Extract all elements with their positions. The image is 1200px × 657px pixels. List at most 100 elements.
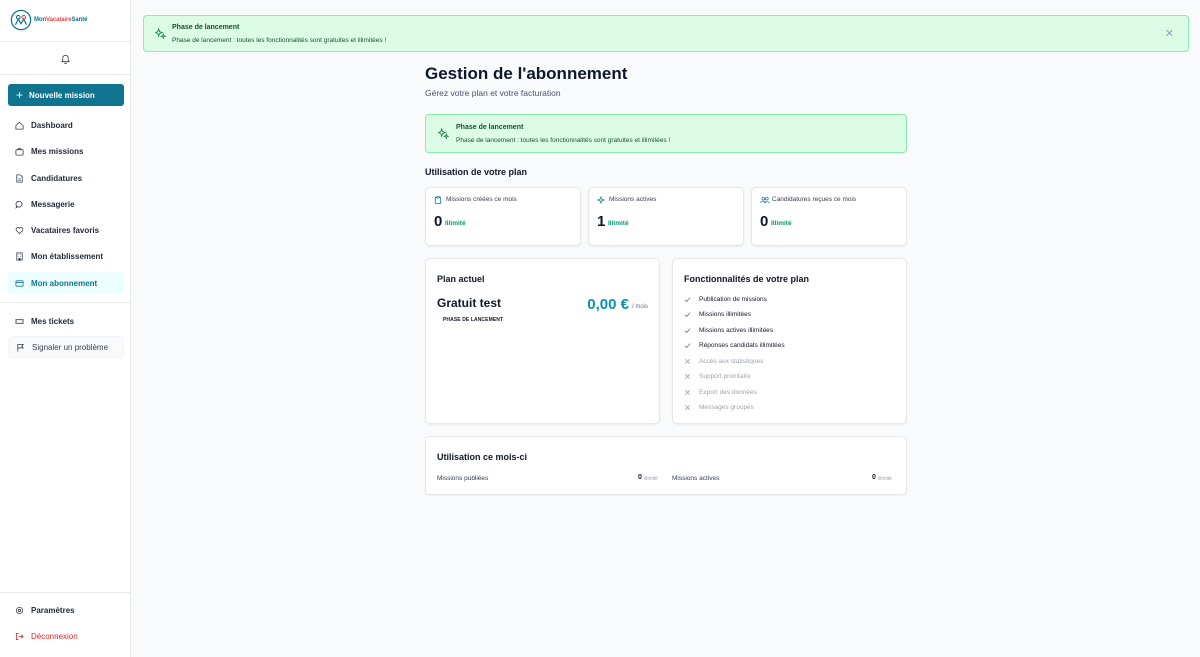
- logo[interactable]: MonVacataireSanté: [10, 9, 87, 31]
- file-icon: [16, 173, 23, 183]
- sidebar-item-label: Déconnexion: [31, 631, 78, 641]
- sidebar-item-label: Vacataires favoris: [31, 225, 100, 235]
- page-title: Gestion de l'abonnement: [425, 64, 628, 83]
- logout-icon: [15, 632, 24, 640]
- sidebar-item-label: Paramètres: [31, 605, 75, 615]
- sidebar-item-signaler[interactable]: Signaler un problème: [8, 336, 124, 358]
- feature-item: Publication de missions: [684, 296, 767, 303]
- monthly-usage-title: Utilisation ce mois-ci: [437, 452, 528, 462]
- feature-label: Publication de missions: [699, 296, 767, 303]
- monthly-usage-card: Utilisation ce mois-ci Missions publiées…: [425, 436, 907, 495]
- usage-value: 0: [638, 474, 642, 481]
- usage-value: 0: [872, 474, 876, 481]
- sidebar-item-messagerie[interactable]: Messagerie: [8, 193, 124, 215]
- feature-label: Support prioritaire: [699, 373, 751, 380]
- stat-value: 1: [597, 213, 606, 230]
- new-mission-label: Nouvelle mission: [29, 90, 95, 100]
- home-icon: [15, 121, 24, 130]
- plus-icon: +: [16, 88, 24, 102]
- check-icon: [684, 328, 691, 334]
- current-plan-card: Plan actuel Gratuit test 0,00 € / mois P…: [425, 258, 660, 424]
- launch-info-banner: Phase de lancement Phase de lancement : …: [425, 114, 907, 153]
- stat-label: Candidatures reçues ce mois: [772, 196, 857, 203]
- check-icon: [684, 297, 691, 303]
- heart-icon: [15, 226, 24, 234]
- feature-label: Export des données: [699, 389, 757, 396]
- logo-mark-icon: [10, 9, 32, 31]
- sidebar-item-parametres[interactable]: Paramètres: [8, 599, 124, 621]
- divider: [0, 592, 131, 593]
- check-icon: [684, 312, 691, 318]
- plan-name: Gratuit test: [437, 296, 502, 310]
- current-plan-title: Plan actuel: [437, 274, 485, 284]
- stat-unit: Illimité: [608, 220, 629, 227]
- x-icon: [685, 390, 690, 395]
- feature-item: Missions illimitées: [684, 311, 751, 318]
- feature-item: Messages groupés: [684, 404, 754, 411]
- close-icon[interactable]: ✕: [1165, 27, 1174, 40]
- sidebar-item-dashboard[interactable]: Dashboard: [8, 114, 124, 136]
- check-icon: [684, 343, 691, 349]
- usage-plan-title: Utilisation de votre plan: [425, 167, 528, 177]
- chat-icon: [15, 200, 23, 209]
- plan-price: 0,00 €: [587, 296, 629, 313]
- banner-text: Phase de lancement : toutes les fonction…: [456, 137, 671, 144]
- stat-unit: Illimité: [445, 220, 466, 227]
- sidebar-item-label: Mes missions: [31, 146, 84, 156]
- sidebar-item-label: Signaler un problème: [32, 342, 109, 352]
- bell-icon[interactable]: [60, 53, 71, 64]
- building-icon: [16, 251, 23, 261]
- clipboard-icon: [434, 196, 442, 204]
- x-icon: [685, 405, 690, 410]
- divider: [0, 41, 131, 42]
- logo-text: MonVacataireSanté: [34, 17, 88, 23]
- banner-text: Phase de lancement : toutes les fonction…: [172, 37, 387, 44]
- sparkle-icon: [597, 196, 605, 204]
- briefcase-icon: [15, 147, 24, 156]
- sidebar-item-candidatures[interactable]: Candidatures: [8, 167, 124, 189]
- feature-item: Réponses candidats illimitées: [684, 342, 785, 349]
- plan-badge: PHASE DE LANCEMENT: [443, 317, 504, 323]
- stat-label: Missions actives: [609, 196, 657, 203]
- feature-label: Messages groupés: [699, 404, 754, 411]
- sparkles-icon: [438, 128, 449, 139]
- credit-card-icon: [15, 279, 24, 287]
- sidebar-item-label: Mes tickets: [31, 316, 75, 326]
- stat-card-missions-created: Missions créées ce mois 0 Illimité: [425, 187, 581, 246]
- stat-value: 0: [760, 213, 769, 230]
- usage-unit: illimité: [644, 476, 658, 482]
- sidebar-item-missions[interactable]: Mes missions: [8, 140, 124, 162]
- gear-icon: [15, 606, 24, 614]
- new-mission-button[interactable]: + Nouvelle mission: [8, 84, 124, 106]
- stat-card-candidatures: Candidatures reçues ce mois 0 Illimité: [751, 187, 907, 246]
- page-subtitle: Gérez votre plan et votre facturation: [425, 88, 561, 98]
- launch-banner: Phase de lancement Phase de lancement : …: [143, 15, 1189, 52]
- usage-label: Missions publiées: [437, 475, 489, 482]
- x-icon: [685, 359, 690, 364]
- feature-label: Missions actives illimitées: [699, 327, 774, 334]
- features-card: Fonctionnalités de votre plan Publicatio…: [672, 258, 907, 424]
- x-icon: [685, 374, 690, 379]
- banner-title: Phase de lancement: [172, 24, 240, 31]
- usage-unit: illimité: [878, 476, 892, 482]
- ticket-icon: [15, 318, 24, 324]
- feature-item: Accès aux statistiques: [684, 358, 763, 365]
- feature-label: Réponses candidats illimitées: [699, 342, 785, 349]
- users-icon: [760, 196, 770, 204]
- divider: [0, 302, 131, 303]
- sidebar-item-deconnexion[interactable]: Déconnexion: [8, 625, 124, 647]
- feature-item: Support prioritaire: [684, 373, 751, 380]
- sidebar-item-label: Messagerie: [31, 199, 75, 209]
- sidebar-item-etablissement[interactable]: Mon établissement: [8, 245, 124, 267]
- flag-icon: [17, 343, 25, 352]
- stat-value: 0: [434, 213, 443, 230]
- stat-card-missions-active: Missions actives 1 Illimité: [588, 187, 744, 246]
- sidebar-item-abonnement[interactable]: Mon abonnement: [8, 272, 124, 294]
- sidebar-item-label: Mon abonnement: [31, 278, 98, 288]
- sidebar-item-tickets[interactable]: Mes tickets: [8, 310, 124, 332]
- sidebar-item-label: Mon établissement: [31, 251, 104, 261]
- divider: [0, 74, 131, 75]
- feature-label: Missions illimitées: [699, 311, 752, 318]
- sidebar-item-favoris[interactable]: Vacataires favoris: [8, 219, 124, 241]
- plan-period: / mois: [631, 304, 648, 310]
